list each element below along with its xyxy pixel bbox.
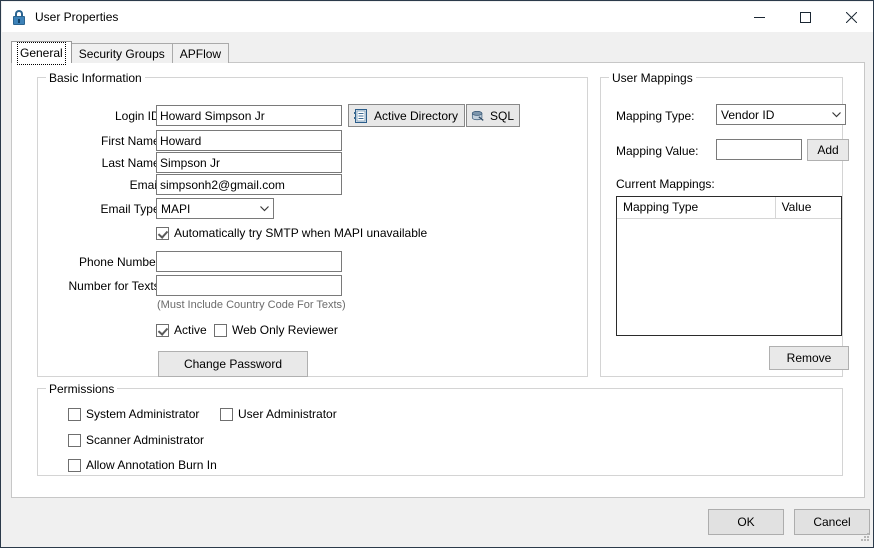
mapping-type-select[interactable]: Vendor ID [716, 104, 846, 125]
login-id-input[interactable] [156, 105, 342, 126]
tab-general-label: General [17, 42, 66, 65]
basic-information-title: Basic Information [46, 71, 145, 85]
last-name-input[interactable] [156, 152, 342, 173]
column-header-mapping-type[interactable]: Mapping Type [617, 197, 776, 218]
mapping-value-label: Mapping Value: [616, 144, 699, 158]
dialog-footer: OK Cancel [2, 498, 873, 546]
number-for-texts-input[interactable] [156, 275, 342, 296]
database-icon [471, 110, 484, 121]
mappings-list-body [617, 219, 841, 335]
allow-annotation-burn-in-label: Allow Annotation Burn In [86, 458, 217, 472]
add-mapping-button[interactable]: Add [807, 139, 849, 161]
web-only-reviewer-checkbox-row[interactable]: Web Only Reviewer [214, 323, 338, 337]
number-for-texts-label: Number for Texts: [68, 279, 163, 293]
email-label: Email: [129, 178, 163, 192]
mappings-list-header: Mapping Type Value [617, 197, 841, 219]
auto-smtp-checkbox-row[interactable]: Automatically try SMTP when MAPI unavail… [156, 226, 427, 240]
current-mappings-list[interactable]: Mapping Type Value [616, 196, 842, 336]
window-title: User Properties [35, 10, 119, 24]
close-button[interactable] [828, 2, 873, 32]
last-name-label: Last Name: [101, 156, 163, 170]
minimize-icon [753, 16, 765, 18]
mapping-value-input[interactable] [716, 139, 802, 160]
country-code-hint: (Must Include Country Code For Texts) [157, 299, 346, 311]
remove-mapping-label: Remove [786, 351, 832, 365]
minimize-button[interactable] [736, 2, 782, 32]
title-bar: User Properties [2, 2, 873, 32]
permissions-title: Permissions [46, 382, 118, 396]
tab-general[interactable]: General [11, 41, 72, 65]
allow-annotation-burn-in-checkbox[interactable] [68, 458, 81, 472]
chevron-down-icon [828, 111, 845, 118]
email-input[interactable] [156, 174, 342, 195]
basic-information-group: Basic Information Login ID: Active Direc… [37, 71, 588, 377]
first-name-input[interactable] [156, 130, 342, 151]
email-type-label: Email Type: [100, 202, 163, 216]
tab-security-groups-label: Security Groups [78, 47, 165, 61]
window-controls [736, 2, 873, 32]
lock-icon [11, 9, 27, 25]
phone-number-label: Phone Number: [78, 255, 163, 269]
system-administrator-checkbox[interactable] [68, 407, 81, 421]
tab-apflow-label: APFlow [179, 47, 222, 61]
auto-smtp-checkbox[interactable] [156, 226, 169, 240]
add-mapping-label: Add [817, 143, 839, 157]
login-id-label: Login ID: [114, 109, 163, 123]
system-administrator-label: System Administrator [86, 407, 200, 421]
mapping-type-value: Vendor ID [721, 107, 775, 122]
permissions-group: Permissions System Administrator User Ad… [37, 382, 843, 476]
maximize-button[interactable] [782, 2, 828, 32]
ok-button[interactable]: OK [708, 509, 784, 535]
sql-button[interactable]: SQL [466, 104, 520, 127]
scanner-administrator-checkbox[interactable] [68, 433, 81, 447]
current-mappings-label: Current Mappings: [616, 177, 715, 191]
resize-grip[interactable] [859, 531, 871, 543]
active-checkbox[interactable] [156, 323, 169, 337]
active-directory-label: Active Directory [374, 108, 459, 123]
column-header-value[interactable]: Value [776, 197, 841, 218]
cancel-label: Cancel [813, 515, 851, 529]
user-mappings-title: User Mappings [609, 71, 696, 85]
change-password-label: Change Password [183, 357, 283, 371]
sql-label: SQL [489, 108, 514, 123]
maximize-icon [799, 11, 811, 23]
close-icon [845, 11, 857, 23]
mapping-type-label: Mapping Type: [616, 109, 695, 123]
tab-content-general: Basic Information Login ID: Active Direc… [11, 62, 865, 498]
tab-apflow[interactable]: APFlow [171, 43, 230, 63]
user-administrator-label: User Administrator [238, 407, 337, 421]
auto-smtp-label: Automatically try SMTP when MAPI unavail… [174, 226, 428, 240]
active-checkbox-row[interactable]: Active [156, 323, 207, 337]
permission-scanner-administrator[interactable]: Scanner Administrator [68, 433, 204, 447]
remove-mapping-button[interactable]: Remove [769, 346, 849, 370]
phone-number-input[interactable] [156, 251, 342, 272]
tab-strip: General Security Groups APFlow [11, 41, 230, 65]
user-administrator-checkbox[interactable] [220, 407, 233, 421]
user-mappings-group: User Mappings Mapping Type: Vendor ID Ma… [600, 71, 849, 377]
permission-user-administrator[interactable]: User Administrator [220, 407, 337, 421]
email-type-select[interactable]: MAPI [156, 198, 274, 219]
user-properties-dialog: User Properties General Security Groups … [0, 0, 874, 548]
chevron-down-icon [256, 205, 273, 212]
permission-allow-annotation-burn-in[interactable]: Allow Annotation Burn In [68, 458, 217, 472]
scanner-administrator-label: Scanner Administrator [86, 433, 205, 447]
permission-system-administrator[interactable]: System Administrator [68, 407, 199, 421]
tab-security-groups[interactable]: Security Groups [70, 43, 173, 63]
active-label: Active [174, 323, 207, 337]
change-password-button[interactable]: Change Password [158, 351, 308, 377]
first-name-label: First Name: [100, 134, 163, 148]
email-type-value: MAPI [161, 201, 191, 216]
address-book-icon [354, 108, 367, 123]
ok-label: OK [737, 515, 755, 529]
web-only-reviewer-label: Web Only Reviewer [232, 323, 338, 337]
web-only-reviewer-checkbox[interactable] [214, 323, 227, 337]
active-directory-button[interactable]: Active Directory [348, 104, 465, 127]
